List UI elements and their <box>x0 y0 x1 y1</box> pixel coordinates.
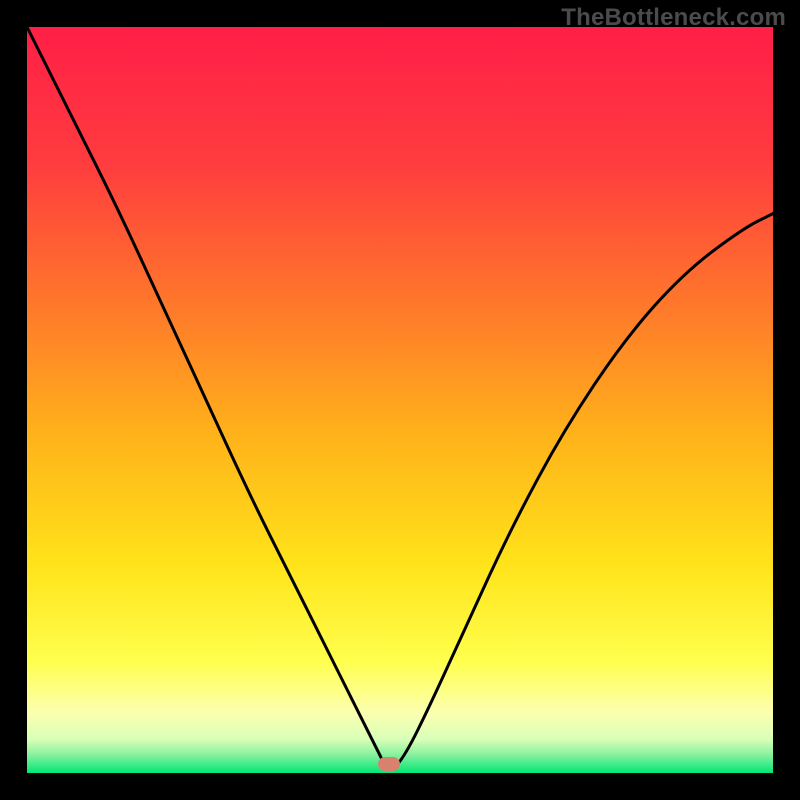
optimum-marker <box>378 757 400 771</box>
chart-frame: TheBottleneck.com <box>0 0 800 800</box>
plot-area <box>27 27 773 773</box>
bottleneck-curve <box>27 27 773 773</box>
